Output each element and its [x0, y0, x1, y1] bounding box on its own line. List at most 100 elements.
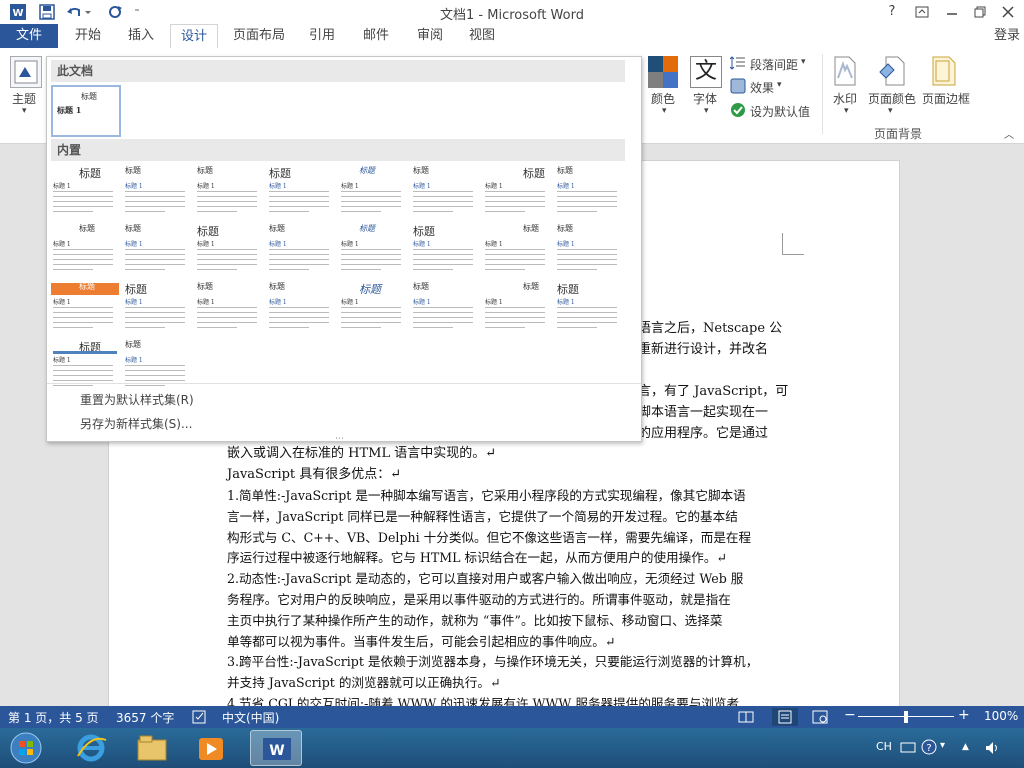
tab-references[interactable]: 引用	[302, 24, 342, 48]
style-thumb[interactable]: 标题 标题 1	[195, 163, 263, 215]
style-thumb[interactable]: 标题 标题 1	[483, 163, 551, 215]
save-style-set-button[interactable]: 另存为新样式集(S)...	[80, 415, 192, 432]
zoom-out-button[interactable]: −	[844, 707, 856, 723]
save-icon[interactable]	[36, 2, 58, 22]
style-thumb[interactable]: 标题 标题 1	[555, 279, 623, 331]
colors-icon[interactable]	[648, 56, 678, 88]
collapse-ribbon-icon[interactable]: ︿	[1004, 126, 1014, 141]
tray-expand-icon[interactable]: ▲	[962, 742, 969, 752]
tab-design[interactable]: 设计	[170, 24, 218, 49]
themes-label[interactable]: 主题	[12, 90, 36, 107]
zoom-slider-thumb[interactable]	[904, 711, 908, 723]
page-color-icon[interactable]	[878, 56, 906, 86]
undo-icon[interactable]	[64, 2, 94, 22]
file-explorer-icon[interactable]	[126, 730, 176, 766]
style-thumb[interactable]: 标题 标题 1	[123, 221, 191, 273]
proofing-icon[interactable]	[192, 709, 208, 728]
style-thumb[interactable]: 标题 标题 1	[123, 279, 191, 331]
reset-style-set-button[interactable]: 重置为默认样式集(R)	[80, 391, 194, 408]
help-circle-icon[interactable]: ?	[920, 738, 938, 759]
style-thumb[interactable]: 标题 标题 1	[339, 221, 407, 273]
keyboard-icon[interactable]	[900, 740, 916, 757]
themes-icon[interactable]	[10, 56, 42, 88]
page-color-dropdown-icon[interactable]: ▾	[888, 106, 893, 116]
qat-customize-icon[interactable]: ⁼	[130, 2, 144, 22]
zoom-in-button[interactable]: +	[958, 707, 970, 723]
ime-options-icon[interactable]: ▾	[940, 740, 945, 751]
zoom-level[interactable]: 100%	[984, 709, 1018, 723]
style-thumb[interactable]: 标题 标题 1	[339, 279, 407, 331]
style-thumb[interactable]: 标题 标题 1	[483, 279, 551, 331]
style-thumb[interactable]: 标题 标题 1	[51, 279, 119, 331]
start-orb-icon[interactable]	[4, 730, 44, 766]
tab-home[interactable]: 开始	[66, 24, 110, 48]
effects-dropdown-icon[interactable]: ▾	[777, 80, 782, 90]
tab-file[interactable]: 文件	[0, 24, 58, 48]
style-thumb[interactable]: 标题 标题 1	[411, 163, 479, 215]
print-layout-icon[interactable]	[772, 708, 798, 726]
help-button[interactable]: ?	[880, 2, 904, 22]
style-thumb[interactable]: 标题 标题 1	[555, 163, 623, 215]
set-default-button[interactable]: 设为默认值	[750, 103, 810, 120]
watermark-label[interactable]: 水印	[833, 90, 857, 107]
page-border-label[interactable]: 页面边框	[922, 90, 970, 107]
word-taskbar-icon[interactable]: W	[250, 730, 302, 766]
close-icon[interactable]	[996, 2, 1020, 22]
word-app-icon[interactable]: W	[8, 2, 28, 22]
tab-review[interactable]: 审阅	[410, 24, 450, 48]
tab-page-layout[interactable]: 页面布局	[228, 24, 290, 48]
page-border-icon[interactable]	[932, 56, 956, 86]
style-thumb[interactable]: 标题 标题 1	[267, 279, 335, 331]
tab-insert[interactable]: 插入	[118, 24, 164, 48]
ribbon-display-options-icon[interactable]	[910, 2, 934, 22]
fonts-dropdown-icon[interactable]: ▾	[704, 106, 709, 116]
page-color-label[interactable]: 页面颜色	[868, 90, 916, 107]
tab-mailings[interactable]: 邮件	[356, 24, 396, 48]
style-thumb[interactable]: 标题 标题 1	[555, 221, 623, 273]
minimize-icon[interactable]	[940, 2, 964, 22]
media-player-icon[interactable]	[186, 730, 236, 766]
internet-explorer-icon[interactable]	[66, 730, 116, 766]
thumb-title: 标题	[79, 224, 95, 233]
colors-label[interactable]: 颜色	[651, 90, 675, 107]
language-indicator[interactable]: 中文(中国)	[222, 709, 279, 726]
style-thumb[interactable]: 标题 标题 1	[123, 163, 191, 215]
colors-dropdown-icon[interactable]: ▾	[662, 106, 667, 116]
paragraph-spacing-button[interactable]: 段落间距	[750, 56, 798, 73]
style-thumb[interactable]: 标题 标题 1	[51, 221, 119, 273]
style-thumb[interactable]: 标题 标题 1	[195, 279, 263, 331]
style-thumb[interactable]: 标题 标题 1	[123, 337, 191, 389]
style-thumb[interactable]: 标题 标题 1	[483, 221, 551, 273]
style-thumb[interactable]: 标题 标题 1	[51, 163, 119, 215]
redo-icon[interactable]	[104, 2, 126, 22]
tab-view[interactable]: 视图	[462, 24, 502, 48]
restore-icon[interactable]	[968, 2, 992, 22]
resize-grip-icon[interactable]: ⋯	[335, 434, 344, 444]
style-thumb[interactable]: 标题 标题 1	[267, 221, 335, 273]
style-thumb[interactable]: 标题 标题 1	[51, 337, 119, 389]
fonts-label[interactable]: 字体	[693, 90, 717, 107]
themes-dropdown-icon[interactable]: ▾	[22, 106, 27, 116]
style-thumb[interactable]: 标题 标题 1	[411, 279, 479, 331]
style-thumb[interactable]: 标题 标题 1	[411, 221, 479, 273]
style-thumb[interactable]: 标题 标题 1	[195, 221, 263, 273]
style-thumb[interactable]: 标题 标题 1	[267, 163, 335, 215]
web-layout-icon[interactable]	[812, 709, 828, 728]
thumb-text-line	[413, 312, 473, 313]
fonts-icon[interactable]: 文	[690, 56, 722, 88]
word-count[interactable]: 3657 个字	[116, 709, 174, 726]
paragraph-spacing-icon[interactable]	[729, 56, 746, 70]
volume-icon[interactable]	[984, 740, 1000, 759]
style-thumb-current[interactable]: 标题 标题 1	[51, 85, 121, 137]
sign-in-link[interactable]: 登录	[990, 24, 1024, 48]
watermark-icon[interactable]	[834, 56, 856, 86]
style-thumb[interactable]: 标题 标题 1	[339, 163, 407, 215]
page-count[interactable]: 第 1 页，共 5 页	[8, 709, 99, 726]
doc-line: 1.简单性:-JavaScript 是一种脚本编写语言，它采用小程序段的方式实现…	[227, 488, 746, 503]
effects-button[interactable]: 效果	[750, 79, 774, 96]
paragraph-spacing-dropdown-icon[interactable]: ▾	[801, 57, 806, 67]
watermark-dropdown-icon[interactable]: ▾	[844, 106, 849, 116]
effects-icon[interactable]	[730, 78, 746, 94]
ime-indicator[interactable]: CH	[876, 740, 892, 753]
read-mode-icon[interactable]	[738, 709, 754, 728]
